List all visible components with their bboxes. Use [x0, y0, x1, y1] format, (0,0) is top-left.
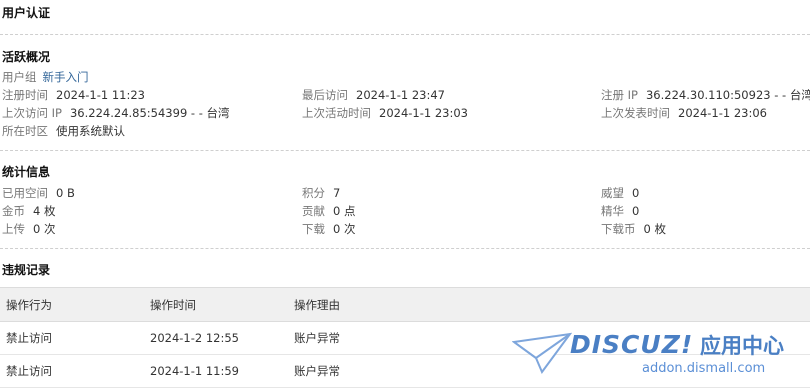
last-visit-label: 最后访问 [302, 88, 348, 102]
usergroup-link[interactable]: 新手入门 [43, 70, 89, 84]
register-ip-value: 36.224.30.110:50923 - - 台湾 [645, 88, 810, 102]
column-header-action: 操作行为 [0, 287, 144, 322]
download-value: 0 次 [333, 222, 356, 236]
timezone-label: 所在时区 [2, 124, 48, 138]
prestige-value: 0 [632, 186, 640, 200]
points-label: 积分 [302, 186, 325, 200]
stats-row-3: 上传 0 次 下载 0 次 下载币 0 枚 [2, 220, 808, 238]
usergroup-row: 用户组 新手入门 [2, 68, 808, 86]
stats-row-1: 已用空间 0 B 积分 7 威望 0 [2, 184, 808, 202]
last-visit-ip-value: 36.224.24.85:54399 - - 台湾 [69, 106, 230, 120]
last-post-time-label: 上次发表时间 [601, 106, 670, 120]
table-header-row: 操作行为 操作时间 操作理由 [0, 287, 810, 322]
reason-cell: 账户异常 [288, 321, 810, 355]
register-ip-label: 注册 IP [601, 88, 638, 102]
download-label: 下载 [302, 222, 325, 236]
activity-section-title: 活跃概况 [2, 50, 51, 64]
page-title: 用户认证 [2, 6, 51, 20]
digest-value: 0 [632, 204, 640, 218]
used-space-label: 已用空间 [2, 186, 48, 200]
activity-row-2: 上次访问 IP 36.224.24.85:54399 - - 台湾 上次活动时间 2… [2, 104, 808, 122]
digest-label: 精华 [601, 204, 624, 218]
download-coin-value: 0 枚 [643, 222, 666, 236]
action-cell: 禁止访问 [0, 354, 144, 388]
table-row: 禁止访问 2024-1-2 12:55 账户异常 [0, 321, 810, 355]
stats-row-2: 金币 4 枚 贡献 0 点 精华 0 [2, 202, 808, 220]
violations-table: 操作行为 操作时间 操作理由 禁止访问 2024-1-2 12:55 账户异常 … [0, 287, 810, 388]
timezone-value: 使用系统默认 [56, 124, 125, 138]
activity-row-1: 注册时间 2024-1-1 11:23 最后访问 2024-1-1 23:47 注册… [2, 86, 810, 104]
register-time-label: 注册时间 [2, 88, 48, 102]
last-visit-ip-label: 上次访问 IP [2, 106, 62, 120]
last-post-time-value: 2024-1-1 23:06 [678, 106, 767, 120]
upload-value: 0 次 [33, 222, 56, 236]
divider [0, 34, 810, 35]
divider [0, 150, 810, 151]
download-coin-label: 下载币 [601, 222, 636, 236]
contribution-label: 贡献 [302, 204, 325, 218]
column-header-reason: 操作理由 [288, 287, 810, 322]
gold-value: 4 枚 [33, 204, 56, 218]
used-space-value: 0 B [56, 186, 75, 200]
last-active-time-label: 上次活动时间 [302, 106, 371, 120]
table-row: 禁止访问 2024-1-1 11:59 账户异常 [0, 354, 810, 388]
upload-label: 上传 [2, 222, 25, 236]
last-active-time-value: 2024-1-1 23:03 [379, 106, 468, 120]
time-cell: 2024-1-1 11:59 [144, 354, 288, 388]
gold-label: 金币 [2, 204, 25, 218]
points-value: 7 [333, 186, 341, 200]
column-header-time: 操作时间 [144, 287, 288, 322]
divider [0, 248, 810, 249]
usergroup-label: 用户组 [2, 70, 37, 84]
reason-cell: 账户异常 [288, 354, 810, 388]
prestige-label: 威望 [601, 186, 624, 200]
activity-row-3: 所在时区 使用系统默认 [2, 122, 808, 140]
contribution-value: 0 点 [333, 204, 356, 218]
register-time-value: 2024-1-1 11:23 [56, 88, 145, 102]
violations-section-title: 违规记录 [2, 263, 51, 277]
action-cell: 禁止访问 [0, 321, 144, 355]
last-visit-value: 2024-1-1 23:47 [356, 88, 445, 102]
stats-section-title: 统计信息 [2, 165, 51, 179]
time-cell: 2024-1-2 12:55 [144, 321, 288, 355]
